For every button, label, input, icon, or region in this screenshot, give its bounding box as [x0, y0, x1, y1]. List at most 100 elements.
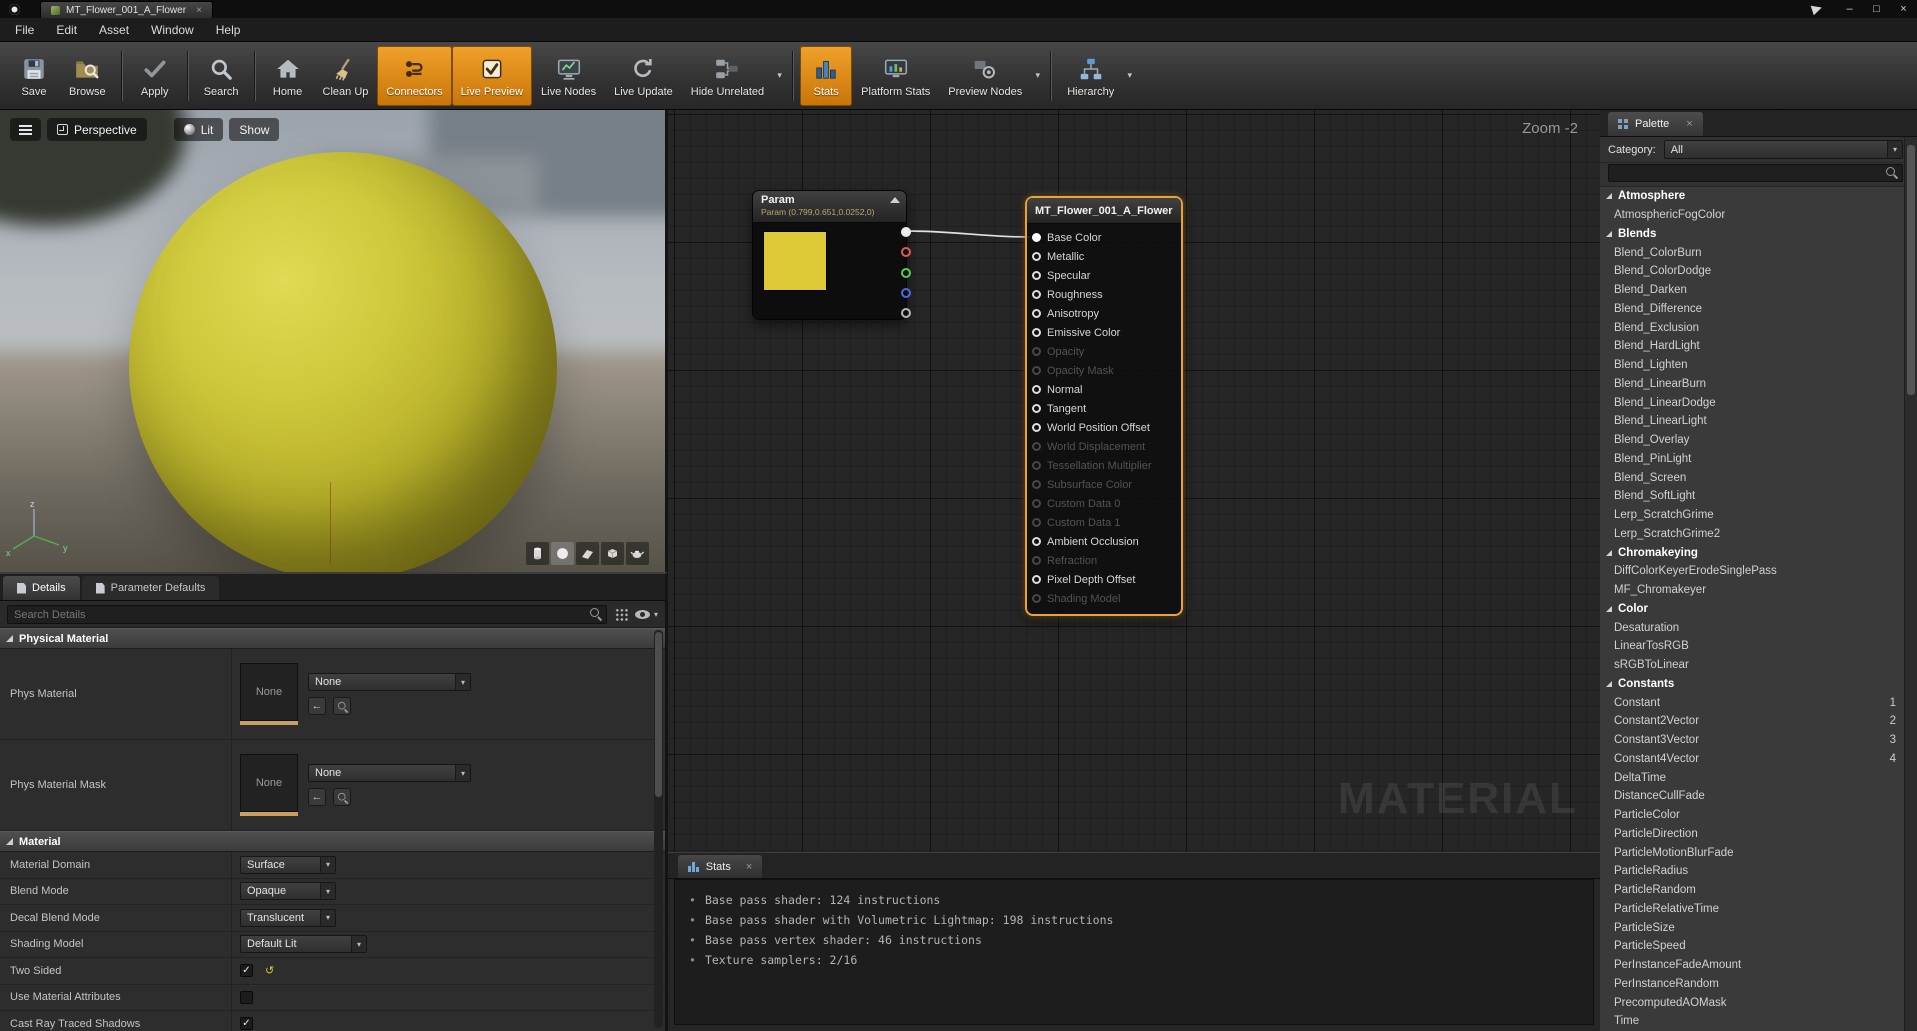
- palette-item-constant4vector[interactable]: Constant4Vector 4: [1600, 750, 1904, 769]
- checkbox-use-material-attributes[interactable]: [240, 990, 253, 1004]
- palette-item-lerp-scratchgrime2[interactable]: Lerp_ScratchGrime2: [1600, 525, 1904, 544]
- palette-item-distancecullfade[interactable]: DistanceCullFade: [1600, 787, 1904, 806]
- palette-item-srgbtolinear[interactable]: sRGBToLinear: [1600, 656, 1904, 675]
- property-matrix-icon[interactable]: [613, 607, 628, 621]
- palette-item-constant[interactable]: Constant 1: [1600, 693, 1904, 712]
- expand-triangle-icon[interactable]: [1606, 549, 1612, 556]
- palette-category-blends[interactable]: Blends: [1600, 225, 1904, 244]
- toolbar-button-platform-stats[interactable]: Platform Stats: [852, 46, 939, 106]
- material-input-ambient-occlusion[interactable]: Ambient Occlusion: [1027, 532, 1181, 551]
- section-physical-material[interactable]: Physical Material: [0, 628, 665, 649]
- pin-icon[interactable]: [1032, 271, 1041, 280]
- palette-category-atmosphere[interactable]: Atmosphere: [1600, 187, 1904, 206]
- toolbar-button-save[interactable]: Save: [8, 46, 60, 106]
- pin-icon[interactable]: [1032, 499, 1041, 508]
- palette-item-blend-difference[interactable]: Blend_Difference: [1600, 300, 1904, 319]
- checkbox-two-sided[interactable]: ✓: [240, 964, 253, 978]
- material-input-base-color[interactable]: Base Color: [1027, 228, 1181, 247]
- use-selected-asset-button[interactable]: ←: [308, 788, 326, 806]
- perspective-button[interactable]: Perspective: [47, 118, 147, 141]
- material-input-shading-model[interactable]: Shading Model: [1027, 589, 1181, 608]
- material-input-tangent[interactable]: Tangent: [1027, 399, 1181, 418]
- pin-icon[interactable]: [1032, 537, 1041, 546]
- palette-scrollbar[interactable]: [1904, 137, 1917, 1031]
- param-output-r-pin[interactable]: [901, 247, 911, 258]
- material-input-opacity[interactable]: Opacity: [1027, 342, 1181, 361]
- menu-edit[interactable]: Edit: [45, 18, 88, 41]
- feedback-icon[interactable]: [1810, 2, 1824, 16]
- pin-icon[interactable]: [1032, 233, 1041, 242]
- palette-item-lineartosrgb[interactable]: LinearTosRGB: [1600, 637, 1904, 656]
- palette-search-input[interactable]: [1608, 164, 1903, 182]
- pin-icon[interactable]: [1032, 556, 1041, 565]
- toolbar-button-home[interactable]: Home: [262, 46, 314, 106]
- material-input-refraction[interactable]: Refraction: [1027, 551, 1181, 570]
- stats-close-icon[interactable]: ×: [746, 861, 752, 873]
- plane-preview-button[interactable]: [576, 542, 599, 565]
- palette-item-particlesize[interactable]: ParticleSize: [1600, 918, 1904, 937]
- view-options-button[interactable]: ▾: [634, 609, 658, 619]
- dropdown-blend-mode[interactable]: Opaque ▾: [240, 882, 336, 901]
- palette-item-particlerandom[interactable]: ParticleRandom: [1600, 881, 1904, 900]
- toolbar-button-live-nodes[interactable]: Live Nodes: [532, 46, 605, 106]
- custom-mesh-preview-button[interactable]: [626, 542, 649, 565]
- toolbar-button-search[interactable]: Search: [195, 46, 248, 106]
- scrollbar-thumb[interactable]: [1907, 145, 1915, 395]
- palette-item-constant2vector[interactable]: Constant2Vector 2: [1600, 712, 1904, 731]
- asset-thumbnail[interactable]: None: [240, 663, 298, 725]
- param-output-b-pin[interactable]: [901, 287, 911, 298]
- toolbar-button-preview-nodes[interactable]: Preview Nodes: [939, 46, 1031, 106]
- palette-category-constants[interactable]: Constants: [1600, 675, 1904, 694]
- pin-icon[interactable]: [1032, 518, 1041, 527]
- palette-item-perinstancefadeamount[interactable]: PerInstanceFadeAmount: [1600, 956, 1904, 975]
- section-material[interactable]: Material: [0, 831, 665, 852]
- close-button[interactable]: ×: [1890, 0, 1917, 18]
- expand-triangle-icon[interactable]: [1606, 680, 1612, 687]
- pin-icon[interactable]: [1032, 461, 1041, 470]
- toolbar-button-stats[interactable]: Stats: [800, 45, 853, 106]
- pin-icon[interactable]: [1032, 442, 1041, 451]
- pin-icon[interactable]: [1032, 594, 1041, 603]
- tab-stats[interactable]: Stats ×: [678, 855, 763, 878]
- category-dropdown[interactable]: All ▾: [1663, 140, 1903, 159]
- menu-help[interactable]: Help: [205, 18, 252, 41]
- material-input-opacity-mask[interactable]: Opacity Mask: [1027, 361, 1181, 380]
- pin-icon[interactable]: [1032, 252, 1041, 261]
- sphere-preview-button[interactable]: [551, 542, 574, 565]
- palette-item-particlerelativetime[interactable]: ParticleRelativeTime: [1600, 900, 1904, 919]
- toolbar-caret-hierarchy[interactable]: ▾: [1123, 47, 1136, 105]
- material-input-subsurface-color[interactable]: Subsurface Color: [1027, 475, 1181, 494]
- expand-triangle-icon[interactable]: [1606, 230, 1612, 237]
- pin-icon[interactable]: [1032, 347, 1041, 356]
- pin-icon[interactable]: [1032, 290, 1041, 299]
- material-input-roughness[interactable]: Roughness: [1027, 285, 1181, 304]
- palette-item-blend-colordodge[interactable]: Blend_ColorDodge: [1600, 262, 1904, 281]
- material-input-world-position-offset[interactable]: World Position Offset: [1027, 418, 1181, 437]
- param-output-g-pin[interactable]: [901, 267, 911, 278]
- param-output-rgba-pin[interactable]: [901, 227, 911, 237]
- show-button[interactable]: Show: [229, 118, 280, 141]
- browse-to-asset-button[interactable]: [333, 697, 351, 715]
- cylinder-preview-button[interactable]: [526, 542, 549, 565]
- menu-file[interactable]: File: [4, 18, 45, 41]
- palette-close-icon[interactable]: ×: [1686, 118, 1692, 130]
- minimize-button[interactable]: –: [1836, 0, 1863, 18]
- tab-palette[interactable]: Palette ×: [1608, 112, 1703, 136]
- lit-mode-button[interactable]: Lit: [173, 118, 224, 141]
- dropdown-shading-model[interactable]: Default Lit ▾: [240, 935, 367, 954]
- toolbar-button-live-update[interactable]: Live Update: [605, 46, 682, 106]
- pin-icon[interactable]: [1032, 328, 1041, 337]
- cube-preview-button[interactable]: [601, 542, 624, 565]
- palette-item-blend-linearburn[interactable]: Blend_LinearBurn: [1600, 375, 1904, 394]
- palette-item-blend-lighten[interactable]: Blend_Lighten: [1600, 356, 1904, 375]
- toolbar-caret-preview-nodes[interactable]: ▾: [1031, 47, 1044, 105]
- palette-item-blend-softlight[interactable]: Blend_SoftLight: [1600, 487, 1904, 506]
- material-graph-canvas[interactable]: Zoom -2 MATERIAL Param Param (0.799,0.65…: [668, 110, 1600, 852]
- palette-item-blend-screen[interactable]: Blend_Screen: [1600, 468, 1904, 487]
- param-output-a-pin[interactable]: [901, 308, 911, 318]
- palette-item-time[interactable]: Time: [1600, 1012, 1904, 1031]
- param-node[interactable]: Param Param (0.799,0.651,0.0252,0): [752, 190, 911, 320]
- toolbar-button-apply[interactable]: Apply: [129, 46, 181, 106]
- scrollbar-thumb[interactable]: [655, 632, 662, 797]
- material-result-node[interactable]: MT_Flower_001_A_Flower Base Color Metalli…: [1025, 196, 1183, 616]
